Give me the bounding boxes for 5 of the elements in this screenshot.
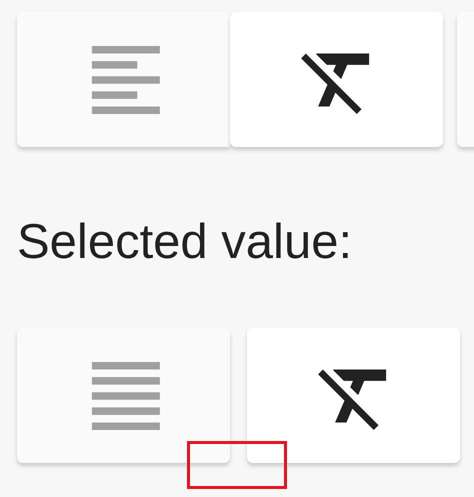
- toggle-button[interactable]: [230, 12, 443, 147]
- toggle-button[interactable]: [17, 328, 230, 463]
- selected-value-label: Selected value:: [17, 214, 354, 271]
- toggle-button[interactable]: [247, 328, 460, 463]
- toggle-button[interactable]: [17, 12, 230, 147]
